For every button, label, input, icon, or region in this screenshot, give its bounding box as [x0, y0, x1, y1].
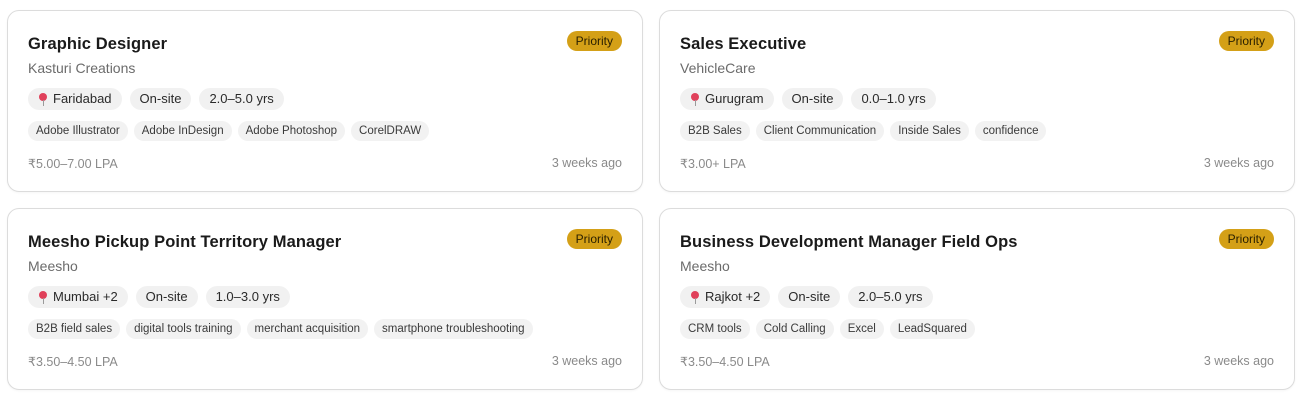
- job-card[interactable]: Graphic Designer Kasturi Creations Prior…: [7, 10, 643, 192]
- skill-tags: Adobe Illustrator Adobe InDesign Adobe P…: [28, 121, 430, 141]
- company-name: Kasturi Creations: [28, 60, 136, 76]
- skill-tag: Cold Calling: [755, 319, 834, 339]
- location-label: Faridabad: [53, 91, 112, 106]
- skill-tag: Client Communication: [755, 121, 885, 141]
- experience-pill: 2.0–5.0 yrs: [848, 286, 933, 308]
- round-pushpin-icon: [690, 92, 700, 106]
- experience-pill: 2.0–5.0 yrs: [199, 88, 284, 110]
- round-pushpin-icon: [690, 290, 700, 304]
- skill-tag: Adobe InDesign: [133, 121, 232, 141]
- skill-tag: Adobe Illustrator: [28, 121, 128, 141]
- skill-tags: B2B field sales digital tools training m…: [28, 319, 533, 339]
- job-title[interactable]: Graphic Designer: [28, 35, 167, 54]
- experience-pill: 1.0–3.0 yrs: [205, 286, 290, 308]
- location-pill: Faridabad: [28, 88, 122, 110]
- skill-tag: Excel: [839, 319, 884, 339]
- salary: ₹5.00–7.00 LPA: [28, 157, 118, 171]
- job-meta: Rajkot +2 On-site 2.0–5.0 yrs: [680, 286, 933, 308]
- work-mode-pill: On-site: [129, 88, 192, 110]
- job-meta: Mumbai +2 On-site 1.0–3.0 yrs: [28, 286, 290, 308]
- priority-badge: Priority: [1218, 229, 1274, 249]
- salary: ₹3.00+ LPA: [680, 157, 746, 171]
- location-pill: Gurugram: [680, 88, 774, 110]
- company-name: Meesho: [680, 258, 730, 274]
- priority-badge: Priority: [1218, 31, 1274, 51]
- skill-tags: B2B Sales Client Communication Inside Sa…: [680, 121, 1047, 141]
- salary: ₹3.50–4.50 LPA: [28, 355, 118, 369]
- job-title[interactable]: Business Development Manager Field Ops: [680, 233, 1018, 252]
- skill-tags: CRM tools Cold Calling Excel LeadSquared: [680, 319, 975, 339]
- skill-tag: CRM tools: [680, 319, 750, 339]
- skill-tag: LeadSquared: [889, 319, 975, 339]
- skill-tag: confidence: [974, 121, 1047, 141]
- job-card[interactable]: Sales Executive VehicleCare Priority Gur…: [659, 10, 1295, 192]
- job-meta: Gurugram On-site 0.0–1.0 yrs: [680, 88, 936, 110]
- salary: ₹3.50–4.50 LPA: [680, 355, 770, 369]
- priority-badge: Priority: [566, 31, 622, 51]
- skill-tag: merchant acquisition: [246, 319, 369, 339]
- posted-time: 3 weeks ago: [1203, 354, 1274, 368]
- job-title[interactable]: Sales Executive: [680, 35, 806, 54]
- posted-time: 3 weeks ago: [1203, 156, 1274, 170]
- work-mode-pill: On-site: [781, 88, 844, 110]
- skill-tag: digital tools training: [126, 319, 241, 339]
- job-card[interactable]: Business Development Manager Field Ops M…: [659, 208, 1295, 390]
- work-mode-pill: On-site: [778, 286, 841, 308]
- company-name: VehicleCare: [680, 60, 756, 76]
- skill-tag: smartphone troubleshooting: [374, 319, 533, 339]
- skill-tag: Adobe Photoshop: [237, 121, 346, 141]
- skill-tag: B2B Sales: [680, 121, 750, 141]
- round-pushpin-icon: [38, 290, 48, 304]
- posted-time: 3 weeks ago: [551, 156, 622, 170]
- location-label: Mumbai +2: [53, 289, 118, 304]
- location-pill: Rajkot +2: [680, 286, 771, 308]
- company-name: Meesho: [28, 258, 78, 274]
- job-meta: Faridabad On-site 2.0–5.0 yrs: [28, 88, 284, 110]
- job-card[interactable]: Meesho Pickup Point Territory Manager Me…: [7, 208, 643, 390]
- location-pill: Mumbai +2: [28, 286, 128, 308]
- location-label: Gurugram: [705, 91, 764, 106]
- posted-time: 3 weeks ago: [551, 354, 622, 368]
- priority-badge: Priority: [566, 229, 622, 249]
- round-pushpin-icon: [38, 92, 48, 106]
- skill-tag: CorelDRAW: [351, 121, 430, 141]
- skill-tag: B2B field sales: [28, 319, 121, 339]
- job-title[interactable]: Meesho Pickup Point Territory Manager: [28, 233, 341, 252]
- work-mode-pill: On-site: [135, 286, 198, 308]
- skill-tag: Inside Sales: [890, 121, 969, 141]
- location-label: Rajkot +2: [705, 289, 761, 304]
- experience-pill: 0.0–1.0 yrs: [851, 88, 936, 110]
- job-card-grid: Graphic Designer Kasturi Creations Prior…: [0, 0, 1307, 405]
